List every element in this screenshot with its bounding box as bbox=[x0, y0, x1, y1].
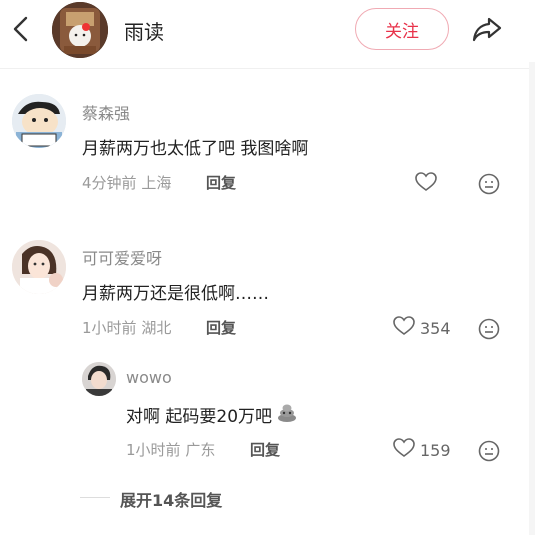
like-button[interactable]: 159 bbox=[393, 438, 451, 462]
comment-username[interactable]: 蔡森强 bbox=[82, 100, 130, 124]
comment-time-value: 4分钟前 bbox=[82, 174, 137, 192]
poop-emoji-icon bbox=[276, 401, 298, 428]
heart-icon bbox=[393, 438, 415, 462]
reply-location: 广东 bbox=[185, 441, 216, 459]
comment-location: 上海 bbox=[141, 174, 172, 192]
back-icon[interactable] bbox=[8, 14, 34, 44]
comment-text: 月薪两万还是很低啊…… bbox=[82, 284, 269, 304]
scrollbar-track[interactable] bbox=[529, 62, 535, 535]
like-count: 354 bbox=[420, 318, 451, 338]
heart-icon bbox=[415, 172, 437, 196]
share-icon[interactable] bbox=[470, 12, 504, 46]
reply-text: 对啊 起码要20万吧 bbox=[126, 407, 273, 427]
avatar[interactable] bbox=[12, 94, 66, 148]
reply-button[interactable]: 回复 bbox=[206, 172, 236, 193]
comment-location: 湖北 bbox=[141, 319, 172, 337]
expand-divider bbox=[80, 497, 110, 498]
reply-time-value: 1小时前 bbox=[126, 441, 181, 459]
emoji-react-icon[interactable] bbox=[478, 173, 500, 195]
like-count: 159 bbox=[420, 440, 451, 460]
reply-time: 1小时前 广东 bbox=[126, 439, 215, 460]
emoji-react-icon[interactable] bbox=[478, 318, 500, 340]
like-button[interactable] bbox=[415, 172, 442, 196]
avatar[interactable] bbox=[82, 362, 116, 396]
like-button[interactable]: 354 bbox=[393, 316, 451, 340]
comment-time: 4分钟前 上海 bbox=[82, 172, 171, 193]
author-avatar[interactable] bbox=[52, 2, 108, 58]
header-divider bbox=[0, 68, 535, 69]
author-name[interactable]: 雨读 bbox=[124, 16, 164, 45]
comment-time-value: 1小时前 bbox=[82, 319, 137, 337]
reply-text-row: 对啊 起码要20万吧 bbox=[126, 401, 298, 428]
reply-button[interactable]: 回复 bbox=[250, 439, 280, 460]
comment-text: 月薪两万也太低了吧 我图啥啊 bbox=[82, 139, 309, 159]
expand-replies-button[interactable]: 展开14条回复 bbox=[120, 487, 222, 511]
reply-button[interactable]: 回复 bbox=[206, 317, 236, 338]
emoji-react-icon[interactable] bbox=[478, 440, 500, 462]
comment-page: 雨读 关注 蔡森强 月薪两万也太低了吧 我图啥啊 4分钟前 上海 回复 可可爱爱… bbox=[0, 0, 535, 535]
top-bar: 雨读 关注 bbox=[0, 0, 535, 62]
reply-username[interactable]: wowo bbox=[126, 368, 172, 387]
avatar[interactable] bbox=[12, 240, 66, 294]
follow-button[interactable]: 关注 bbox=[355, 8, 449, 50]
comment-username[interactable]: 可可爱爱呀 bbox=[82, 245, 162, 269]
comment-time: 1小时前 湖北 bbox=[82, 317, 171, 338]
heart-icon bbox=[393, 316, 415, 340]
